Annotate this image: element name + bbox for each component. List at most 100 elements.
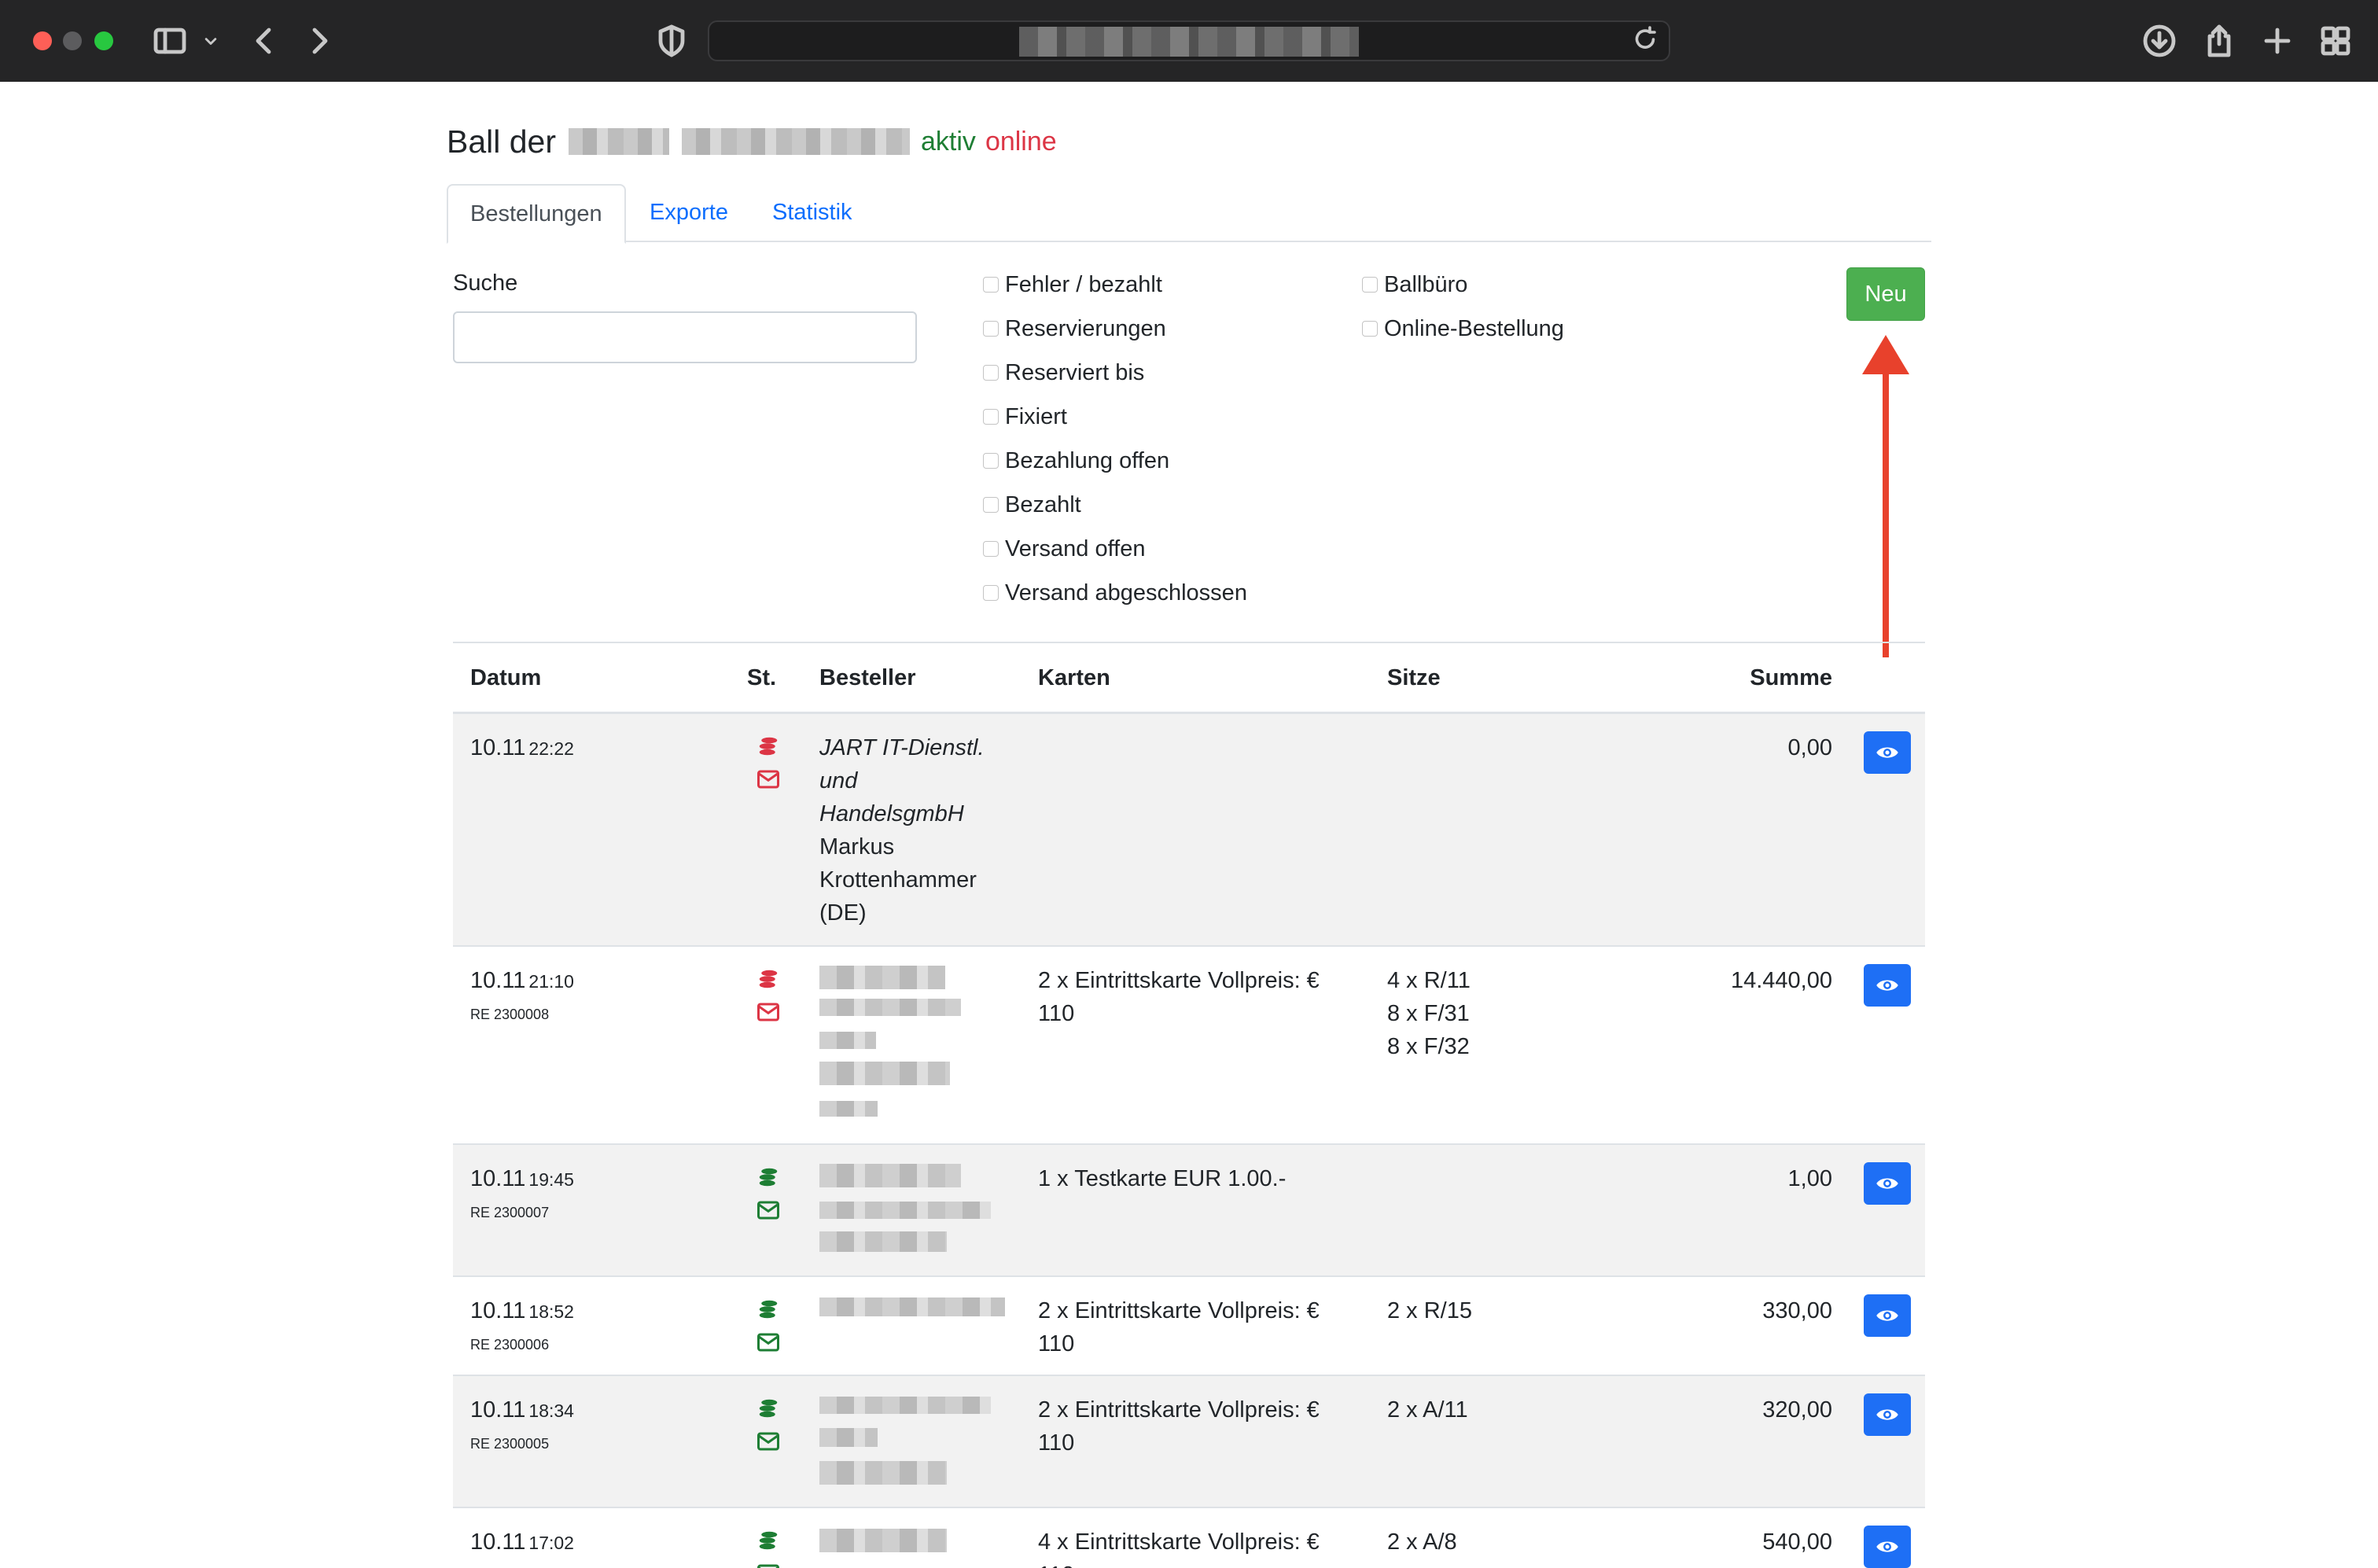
besteller: JART IT-Dienstl. und HandelsgmbH Markus … [819, 731, 1008, 929]
new-tab-icon[interactable] [2258, 22, 2296, 60]
filter-label: Versand abgeschlossen [1005, 580, 1247, 605]
zoom-window-button[interactable] [94, 31, 113, 50]
table-row[interactable]: 10.11 19:45 RE 2300007 1 x Testkarte EUR … [453, 1145, 1925, 1277]
tab-overview-icon[interactable] [2317, 22, 2354, 60]
filter-fixiert[interactable]: Fixiert [983, 401, 1067, 432]
redacted-besteller [819, 966, 945, 989]
eye-icon [1876, 1541, 1898, 1552]
search-label: Suche [453, 271, 518, 296]
coins-icon [756, 736, 780, 756]
filter-ballbuero[interactable]: Ballbüro [1362, 269, 1467, 300]
redacted-besteller [819, 999, 961, 1016]
karten: 2 x Eintrittskarte Vollpreis: €110 [1038, 1397, 1320, 1456]
view-order-button[interactable] [1864, 1526, 1911, 1568]
filter-label: Bezahlt [1005, 491, 1081, 517]
order-sum: 330,00 [1762, 1298, 1832, 1323]
filter-label: Reserviert bis [1005, 359, 1145, 385]
view-order-button[interactable] [1864, 1393, 1911, 1436]
redacted-besteller [819, 1032, 876, 1049]
redacted-besteller [819, 1062, 950, 1085]
browser-toolbar [0, 0, 2378, 82]
share-icon[interactable] [2200, 22, 2238, 60]
filter-reserviert-bis[interactable]: Reserviert bis [983, 357, 1144, 388]
envelope-icon [756, 1431, 780, 1452]
karten: 2 x Eintrittskarte Vollpreis: €110 [1038, 968, 1320, 1026]
forward-icon[interactable] [300, 22, 338, 60]
downloads-icon[interactable] [2141, 22, 2178, 60]
close-window-button[interactable] [33, 31, 52, 50]
chevron-down-icon[interactable] [200, 22, 222, 60]
filter-versand-offen[interactable]: Versand offen [983, 533, 1145, 565]
filter-fehler-bezahlt[interactable]: Fehler / bezahlt [983, 269, 1162, 300]
order-date: 10.11 18:34 [470, 1397, 574, 1423]
sitze: 4 x R/11 8 x F/31 8 x F/32 [1387, 968, 1471, 1059]
sidebar-toggle-icon[interactable] [151, 22, 189, 60]
table-row[interactable]: 10.11 21:10 RE 2300008 2 x Eintrittskarte… [453, 947, 1925, 1145]
tab-exporte[interactable]: Exporte [628, 184, 750, 242]
eye-icon [1876, 1178, 1898, 1189]
besteller-country: (DE) [819, 900, 867, 926]
order-sum: 540,00 [1762, 1529, 1832, 1555]
envelope-icon [756, 1002, 780, 1022]
search-input[interactable] [453, 311, 917, 363]
table-row[interactable]: 10.11 18:34 RE 2300005 2 x Eintrittskarte… [453, 1376, 1925, 1508]
coins-icon [756, 1530, 780, 1551]
redacted-besteller [819, 1397, 991, 1414]
checkbox[interactable] [983, 497, 999, 513]
checkbox[interactable] [1362, 321, 1378, 337]
table-row[interactable]: 10.11 22:22 JART IT-Dienstl. und Handelsg… [453, 714, 1925, 947]
envelope-icon [756, 1563, 780, 1568]
filter-label: Fehler / bezahlt [1005, 271, 1162, 297]
privacy-shield-icon[interactable] [653, 22, 690, 60]
tab-bar: Bestellungen Exporte Statistik [447, 184, 1931, 244]
new-order-button[interactable]: Neu [1846, 267, 1925, 321]
order-date: 10.11 17:02 [470, 1529, 574, 1555]
eye-icon [1876, 1310, 1898, 1321]
tab-statistik[interactable]: Statistik [750, 184, 874, 242]
checkbox[interactable] [983, 585, 999, 601]
filter-versand-abgeschlossen[interactable]: Versand abgeschlossen [983, 577, 1247, 609]
order-sum: 1,00 [1787, 1166, 1832, 1191]
col-summe: Summe [1750, 665, 1832, 690]
invoice-number: RE 2300008 [470, 1007, 550, 1022]
checkbox[interactable] [983, 321, 999, 337]
table-row[interactable]: 10.11 18:52 RE 2300006 2 x Eintrittskarte… [453, 1277, 1925, 1376]
view-order-button[interactable] [1864, 964, 1911, 1007]
minimize-window-button[interactable] [63, 31, 82, 50]
col-karten: Karten [1038, 665, 1110, 690]
checkbox[interactable] [983, 453, 999, 469]
redacted-url [1019, 27, 1359, 57]
view-order-button[interactable] [1864, 1294, 1911, 1337]
view-order-button[interactable] [1864, 731, 1911, 774]
page-header: Ball der aktiv online [447, 118, 1057, 165]
order-date: 10.11 19:45 [470, 1166, 574, 1191]
order-sum: 0,00 [1787, 735, 1832, 760]
checkbox[interactable] [983, 409, 999, 425]
redacted-besteller [819, 1202, 991, 1219]
karten: 4 x Eintrittskarte Vollpreis: €110 [1038, 1529, 1320, 1568]
col-sitze: Sitze [1387, 665, 1441, 690]
view-order-button[interactable] [1864, 1162, 1911, 1205]
table-row[interactable]: 10.11 17:02 4 x Eintrittskarte Vollpreis:… [453, 1508, 1925, 1568]
redacted-besteller [819, 1297, 1005, 1316]
order-date: 10.11 22:22 [470, 735, 574, 760]
checkbox[interactable] [983, 277, 999, 293]
filter-online-bestellung[interactable]: Online-Bestellung [1362, 313, 1564, 344]
orders-table: Datum St. Besteller Karten Sitze Summe 1… [453, 642, 1925, 1568]
filter-bezahlung-offen[interactable]: Bezahlung offen [983, 445, 1169, 477]
karten: 2 x Eintrittskarte Vollpreis: €110 [1038, 1298, 1320, 1356]
filter-bezahlt[interactable]: Bezahlt [983, 489, 1081, 521]
checkbox[interactable] [983, 541, 999, 557]
checkbox[interactable] [1362, 277, 1378, 293]
page-title: Ball der [447, 123, 557, 160]
reload-icon[interactable] [1631, 25, 1659, 53]
status-active: aktiv [921, 126, 976, 156]
filter-reservierungen[interactable]: Reservierungen [983, 313, 1166, 344]
coins-icon [756, 1299, 780, 1320]
besteller-name: Krottenhammer [819, 867, 977, 893]
sitze: 2 x A/8 [1387, 1529, 1457, 1555]
back-icon[interactable] [245, 22, 283, 60]
tab-bestellungen[interactable]: Bestellungen [447, 184, 626, 244]
checkbox[interactable] [983, 365, 999, 381]
order-date: 10.11 21:10 [470, 968, 574, 993]
